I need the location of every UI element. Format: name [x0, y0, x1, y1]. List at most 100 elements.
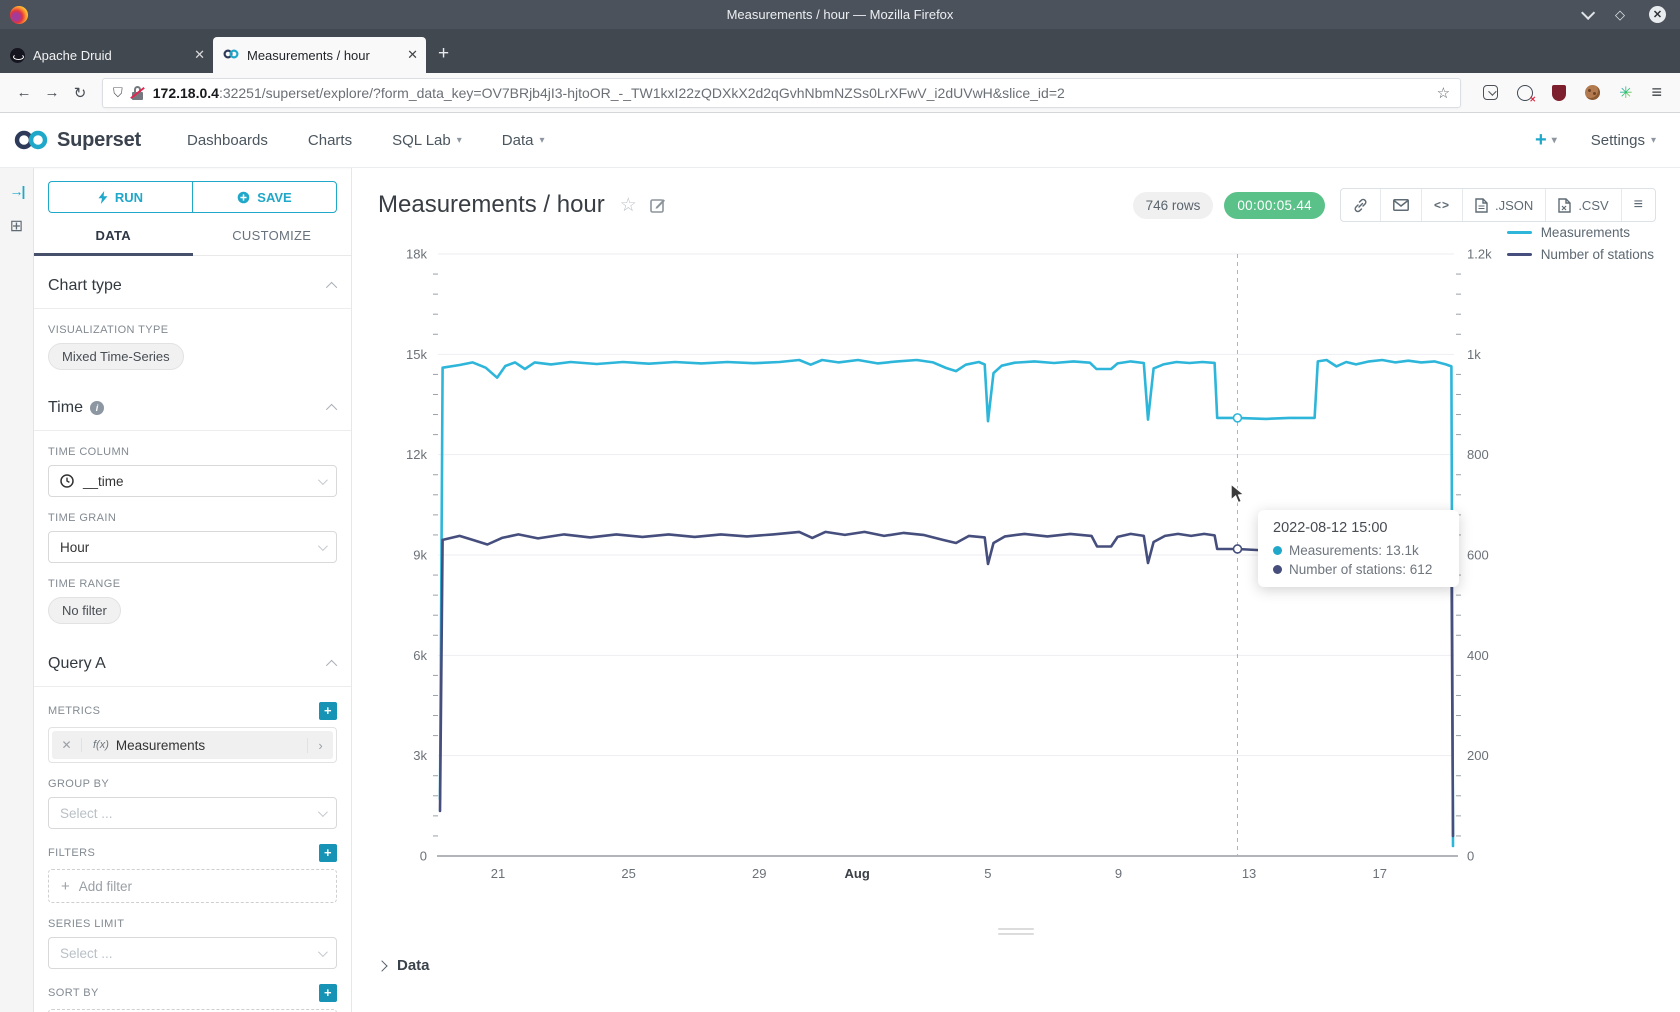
- time-grain-label: TIME GRAIN: [48, 512, 337, 524]
- mouse-cursor: [1230, 483, 1248, 505]
- account-icon[interactable]: [1517, 85, 1533, 101]
- chevron-right-icon[interactable]: ›: [307, 738, 333, 753]
- viz-type-pill[interactable]: Mixed Time-Series: [48, 343, 184, 370]
- superset-logo-icon: [14, 129, 48, 151]
- add-filter-plus-button[interactable]: +: [319, 844, 337, 862]
- url-toolbar: ← → ↻ ⛉ 172.18.0.4 :32251/superset/explo…: [0, 73, 1680, 113]
- series-limit-select[interactable]: Select ...: [48, 937, 337, 969]
- remove-metric-icon[interactable]: ✕: [52, 738, 82, 752]
- expand-panel-icon[interactable]: →|: [10, 183, 24, 199]
- tab-close-icon[interactable]: ✕: [407, 47, 418, 63]
- menu-icon[interactable]: ≡: [1651, 82, 1662, 103]
- cookie-extension-icon[interactable]: [1585, 85, 1600, 100]
- legend-swatch: [1507, 253, 1532, 256]
- section-query-a[interactable]: Query A: [48, 634, 337, 686]
- save-button[interactable]: SAVE: [192, 181, 337, 213]
- address-bar[interactable]: ⛉ 172.18.0.4 :32251/superset/explore/?fo…: [102, 78, 1461, 108]
- run-button[interactable]: RUN: [48, 181, 192, 213]
- legend-item[interactable]: Measurements: [1507, 225, 1654, 240]
- section-time[interactable]: Time i: [48, 378, 337, 430]
- time-column-select[interactable]: __time: [48, 465, 337, 497]
- forward-button[interactable]: →: [38, 84, 66, 101]
- tab-close-icon[interactable]: ✕: [194, 47, 205, 63]
- url-path: :32251/superset/explore/?form_data_key=O…: [219, 85, 1429, 101]
- viz-type-label: VISUALIZATION TYPE: [48, 324, 337, 336]
- chart-main-area: Measurements / hour ☆ 746 rows 00:00:05.…: [352, 168, 1680, 1012]
- close-icon[interactable]: ✕: [1649, 6, 1666, 23]
- new-plus-menu[interactable]: +▾: [1535, 129, 1557, 152]
- datasource-strip: →| ⊞: [0, 168, 34, 1012]
- add-filter-box[interactable]: +Add filter: [48, 869, 337, 903]
- add-sort-metric-plus-button[interactable]: +: [319, 984, 337, 1002]
- tooltip-date: 2022-08-12 15:00: [1273, 520, 1459, 536]
- settings-menu[interactable]: Settings▾: [1591, 132, 1656, 149]
- export-csv-button[interactable]: .CSV: [1545, 189, 1620, 221]
- tooltip-series-row: Number of stations: 612: [1273, 562, 1459, 577]
- chart-canvas[interactable]: 03k6k9k12k15k18k02004006008001k1.2k21252…: [352, 215, 1680, 915]
- info-icon: i: [90, 401, 104, 415]
- caret-down-icon: ▾: [1552, 135, 1557, 146]
- tab-measurements-hour[interactable]: Measurements / hour ✕: [213, 37, 426, 73]
- new-tab-button[interactable]: +: [438, 43, 449, 65]
- maximize-icon[interactable]: ◇: [1615, 7, 1625, 23]
- svg-text:0: 0: [1467, 849, 1474, 864]
- pocket-icon[interactable]: [1483, 85, 1498, 100]
- hamburger-icon: ≡: [1634, 196, 1643, 214]
- svg-text:Aug: Aug: [845, 866, 870, 881]
- edit-properties-icon[interactable]: [650, 197, 666, 213]
- insecure-lock-icon[interactable]: [131, 86, 144, 100]
- legend-item[interactable]: Number of stations: [1507, 247, 1654, 262]
- extension-asterisk-icon[interactable]: ✳: [1619, 83, 1632, 102]
- tab-customize[interactable]: CUSTOMIZE: [193, 228, 352, 255]
- ublock-icon[interactable]: [1552, 85, 1566, 101]
- export-json-button[interactable]: .JSON: [1462, 189, 1545, 221]
- back-button[interactable]: ←: [10, 84, 38, 101]
- collapse-icon: [326, 282, 337, 293]
- svg-text:5: 5: [984, 866, 991, 881]
- tab-data[interactable]: DATA: [34, 228, 193, 255]
- svg-text:1k: 1k: [1467, 347, 1481, 362]
- url-domain: 172.18.0.4: [153, 85, 219, 101]
- nav-sql-lab[interactable]: SQL Lab▾: [392, 132, 462, 149]
- tab-apache-druid[interactable]: Apache Druid ✕: [0, 37, 213, 73]
- caret-down-icon: ▾: [1651, 135, 1656, 146]
- email-button[interactable]: [1380, 189, 1421, 221]
- svg-text:600: 600: [1467, 548, 1489, 563]
- time-grain-select[interactable]: Hour: [48, 531, 337, 563]
- time-range-pill[interactable]: No filter: [48, 597, 121, 624]
- legend-swatch: [1507, 231, 1532, 234]
- series-limit-label: SERIES LIMIT: [48, 918, 337, 930]
- metric-chip[interactable]: ✕ f(x) Measurements ›: [52, 731, 333, 759]
- add-metric-plus-button[interactable]: +: [319, 702, 337, 720]
- embed-code-button[interactable]: <>: [1421, 189, 1462, 221]
- bookmark-star-icon[interactable]: ☆: [1437, 84, 1450, 102]
- svg-text:9: 9: [1115, 866, 1122, 881]
- chart-legend[interactable]: Measurements Number of stations: [1507, 225, 1654, 262]
- group-by-select[interactable]: Select ...: [48, 797, 337, 829]
- copy-link-button[interactable]: [1341, 189, 1380, 221]
- nav-charts[interactable]: Charts: [308, 132, 352, 149]
- tracking-shield-icon[interactable]: ⛉: [113, 85, 123, 101]
- window-titlebar: Measurements / hour — Mozilla Firefox ◇ …: [0, 0, 1680, 29]
- chevron-down-icon: [318, 475, 328, 485]
- section-chart-type[interactable]: Chart type: [48, 256, 337, 308]
- superset-logo[interactable]: Superset: [0, 129, 141, 152]
- panel-resize-handle[interactable]: [998, 928, 1034, 935]
- query-duration-badge: 00:00:05.44: [1224, 192, 1325, 219]
- nav-dashboards[interactable]: Dashboards: [187, 132, 268, 149]
- more-options-button[interactable]: ≡: [1621, 189, 1655, 221]
- favorite-star-icon[interactable]: ☆: [620, 194, 637, 217]
- minimize-icon[interactable]: [1581, 5, 1595, 19]
- nav-data[interactable]: Data▾: [502, 132, 545, 149]
- dataset-grid-icon[interactable]: ⊞: [10, 216, 23, 236]
- window-title: Measurements / hour — Mozilla Firefox: [0, 7, 1680, 22]
- code-icon: <>: [1434, 198, 1450, 212]
- data-panel-toggle[interactable]: Data: [378, 957, 430, 974]
- caret-down-icon: ▾: [457, 135, 462, 146]
- metrics-label: METRICS+: [48, 702, 337, 720]
- bolt-icon: [98, 191, 108, 204]
- reload-button[interactable]: ↻: [66, 84, 94, 102]
- clock-icon: [60, 474, 74, 488]
- svg-text:200: 200: [1467, 748, 1489, 763]
- svg-text:9k: 9k: [413, 548, 427, 563]
